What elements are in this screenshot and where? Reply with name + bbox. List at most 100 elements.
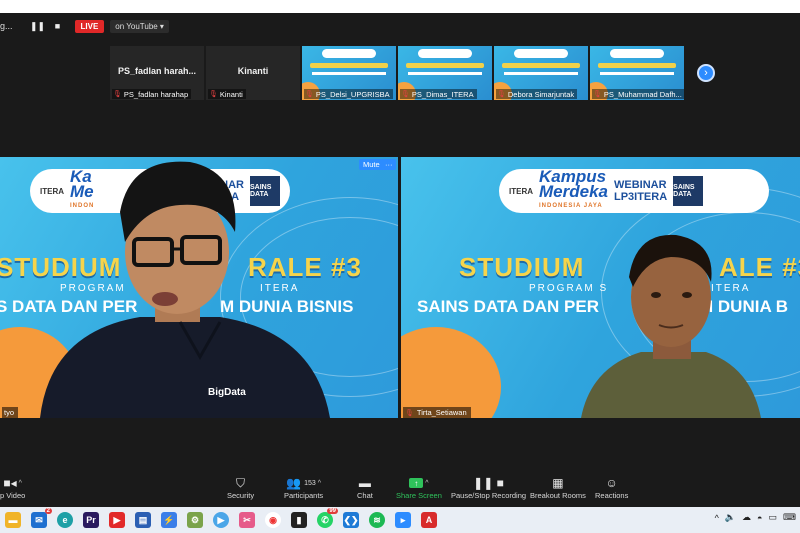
start-video-button[interactable]: ■◂ ^ p Video	[0, 475, 25, 500]
mic-muted-icon: 🎙	[497, 91, 506, 98]
participant-name: PS_Delsi_UPGRISBA	[315, 89, 390, 99]
whatsapp-icon[interactable]: ✆ 99	[317, 508, 338, 528]
participant-name: Tirta_Setiawan	[416, 408, 467, 417]
chevron-up-icon[interactable]: ^	[425, 480, 428, 487]
start-video-label: p Video	[0, 491, 26, 500]
share-screen-button[interactable]: ↑ ^ Share Screen	[396, 475, 442, 500]
merdeka-text: Merdeka	[539, 181, 608, 201]
stop-icon[interactable]: ■	[51, 19, 65, 33]
participant-name: PS_fadlan harahap	[123, 89, 189, 99]
snipping-tool-icon[interactable]: ✂	[239, 512, 255, 528]
premiere-pro-icon[interactable]: Pr	[83, 512, 99, 528]
keyboard-icon[interactable]: ⌨	[783, 512, 796, 523]
mail-badge: 2	[44, 508, 52, 514]
mic-muted-icon: 🎙	[209, 91, 218, 98]
participant-name: Debora Simarjuntak	[507, 89, 575, 99]
youtube-icon[interactable]: ▶	[109, 512, 125, 528]
reactions-button[interactable]: ☺ Reactions	[595, 475, 628, 500]
mute-button[interactable]: Mute	[359, 159, 384, 170]
acrobat-icon[interactable]: A	[421, 512, 437, 528]
battery-icon[interactable]: ▭	[768, 512, 777, 523]
vscode-icon[interactable]: ❮❯	[343, 512, 359, 528]
sticky-notes-icon[interactable]: ▮	[291, 512, 307, 528]
more-options-button[interactable]: ···	[382, 159, 396, 170]
participant-name-label: 🎙 PS_Dimas_ITERA	[400, 89, 477, 99]
video-tile-participant[interactable]: ITERA Kampus Merdeka INDONESIA JAYA WEBINA…	[401, 157, 800, 418]
meeting-toolbar: ■◂ ^ p Video ⛉ Security 👥 153 ^ Participant…	[0, 469, 800, 507]
system-tray: ^ 🔈 ☁ ◓ ▭ ⌨	[715, 512, 796, 523]
participant-thumbnail[interactable]: PS_fadlan harah... 🎙 PS_fadlan harahap	[110, 46, 204, 100]
file-explorer-icon[interactable]: ▬	[5, 512, 21, 528]
event-logo-bar: ITERA Kampus Merdeka INDONESIA JAYA WEBINA…	[499, 168, 769, 214]
mic-muted-icon: 🎙	[113, 91, 122, 98]
network-icon[interactable]: ◓	[757, 513, 762, 523]
media-player-icon[interactable]: ▶	[213, 512, 229, 528]
volume-icon[interactable]: 🔈	[725, 512, 736, 523]
participant-name-label: 🎙 PS_Muhammad Dafh...	[592, 89, 684, 99]
participant-name-label: 🎙 PS_Delsi_UPGRISBA	[304, 89, 393, 99]
kampus-merdeka-logo: Kampus Merdeka INDONESIA JAYA	[539, 168, 608, 214]
shield-icon: ⛉	[236, 475, 246, 490]
spotify-icon[interactable]: ≋	[369, 512, 385, 528]
participants-label: Participants	[284, 491, 324, 500]
slide-title-left: STUDIUM	[459, 252, 585, 282]
chat-label: Chat	[357, 491, 373, 500]
edge-browser-icon[interactable]: e	[57, 512, 73, 528]
chevron-up-icon[interactable]: ^	[19, 480, 22, 487]
participant-name-label: 🎙 Debora Simarjuntak	[496, 89, 578, 99]
windows-taskbar: ▬ ✉ 2 e Pr ▶ ▤ ⚡ ⚙ ▶ ✂ ◉ ▮ ✆ 99 ❮❯ ≋ ▸ A ^…	[0, 507, 800, 533]
participant-name-label: tyo	[2, 407, 19, 418]
chevron-up-icon[interactable]: ^	[318, 480, 321, 487]
participant-thumbnail[interactable]: 🎙 PS_Dimas_ITERA	[398, 46, 492, 100]
participant-thumbnail[interactable]: Kinanti 🎙 Kinanti	[206, 46, 300, 100]
app-icon[interactable]: ⚡	[161, 512, 177, 528]
whatsapp-badge: 99	[327, 508, 338, 514]
chevron-up-icon[interactable]: ^	[715, 513, 719, 523]
participant-name-label: 🎙 Kinanti	[208, 89, 246, 99]
sains-data-logo: SAINS DATA	[673, 176, 704, 206]
settings-icon[interactable]: ⚙	[187, 512, 203, 528]
video-tile-speaker[interactable]: ITERA KaMeINDON BINARTERA SAINS DATA STU…	[0, 157, 398, 418]
live-badge[interactable]: LIVE	[74, 19, 105, 33]
participant-thumbnail[interactable]: 🎙 Debora Simarjuntak	[494, 46, 588, 100]
cloud-icon[interactable]: ☁	[742, 512, 751, 523]
mic-muted-icon: 🎙	[305, 91, 314, 98]
participant-strip: PS_fadlan harah... 🎙 PS_fadlan harahap Ki…	[110, 46, 684, 100]
shirt-logo: BigData	[208, 387, 246, 398]
document-icon[interactable]: ▤	[135, 512, 151, 528]
pause-icon[interactable]: ❚❚	[30, 19, 45, 33]
reactions-label: Reactions	[595, 491, 629, 500]
share-screen-icon: ↑	[409, 478, 424, 488]
breakout-rooms-icon: ▦	[552, 476, 564, 490]
decorative-orange-circle	[401, 327, 501, 418]
participant-thumbnail[interactable]: 🎙 PS_Muhammad Dafh...	[590, 46, 684, 100]
participant-name: Kinanti	[219, 89, 243, 99]
live-destination-dropdown[interactable]: on YouTube ▾	[110, 19, 169, 33]
chat-icon: ▬	[358, 476, 371, 490]
breakout-rooms-button[interactable]: ▦ Breakout Rooms	[530, 475, 586, 500]
participant-thumbnail[interactable]: 🎙 PS_Delsi_UPGRISBA	[302, 46, 396, 100]
reactions-icon: ☺	[605, 476, 618, 490]
recording-bar: g... ❚❚ ■ LIVE on YouTube ▾	[0, 13, 800, 39]
lp3itera-text: LP3ITERA	[613, 191, 668, 203]
chat-button[interactable]: ▬ Chat	[357, 475, 373, 500]
participant-name-label: 🎙 Tirta_Setiawan	[403, 407, 471, 418]
breakout-rooms-label: Breakout Rooms	[530, 491, 586, 500]
participants-button[interactable]: 👥 153 ^ Participants	[284, 475, 323, 500]
zoom-icon[interactable]: ▸	[395, 512, 411, 528]
chevron-right-icon[interactable]: ›	[697, 64, 715, 82]
mail-icon[interactable]: ✉ 2	[31, 508, 52, 528]
participant-name: PS_Muhammad Dafh...	[603, 89, 682, 99]
zoom-meeting-window: g... ❚❚ ■ LIVE on YouTube ▾ PS_fadlan ha…	[0, 13, 800, 507]
participant-center-name: Kinanti	[237, 66, 269, 76]
video-camera-icon: ■◂	[3, 476, 17, 490]
speaker-person	[40, 161, 330, 418]
webinar-logo: WEBINAR LP3ITERA	[614, 179, 667, 203]
security-button[interactable]: ⛉ Security	[227, 475, 254, 501]
pause-stop-recording-button[interactable]: ❚❚ ■ Pause/Stop Recording	[451, 475, 526, 500]
mic-muted-icon: 🎙	[405, 409, 414, 417]
recording-status-text: g...	[0, 21, 13, 31]
indonesia-jaya-text: INDONESIA JAYA	[539, 202, 603, 209]
share-screen-label: Share Screen	[396, 491, 442, 500]
chrome-icon[interactable]: ◉	[265, 512, 281, 528]
